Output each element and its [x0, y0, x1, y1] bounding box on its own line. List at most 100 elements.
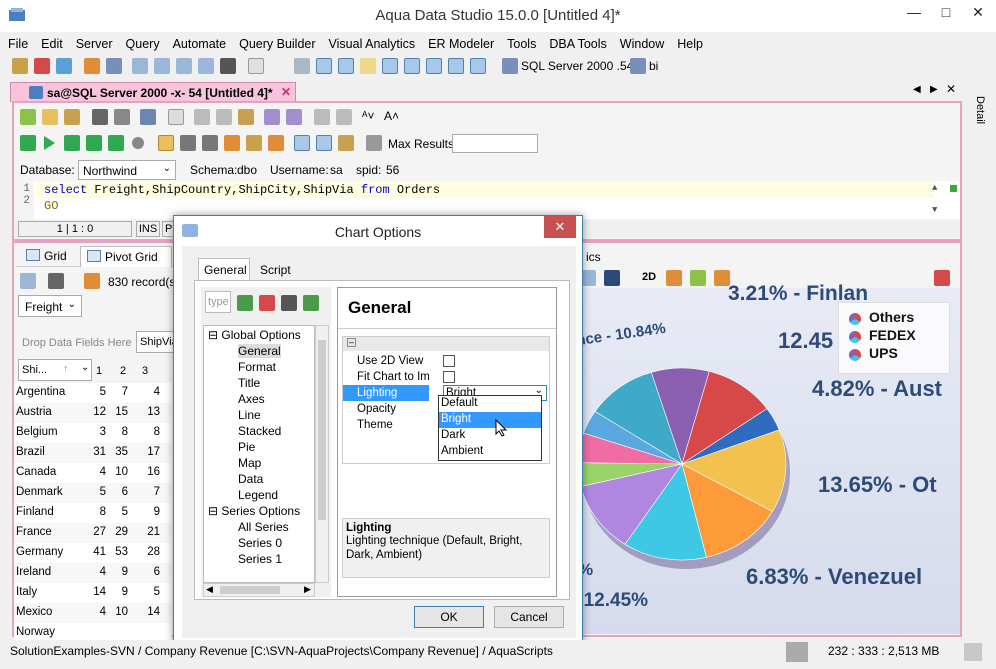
menu-item[interactable]: DBA Tools [541, 34, 611, 51]
chart-labels-icon[interactable] [690, 270, 706, 286]
results-toggle-icon[interactable] [158, 135, 174, 151]
property-checkbox[interactable] [443, 355, 455, 367]
tree-vscroll-thumb[interactable] [318, 340, 326, 520]
tab-general[interactable]: General [198, 258, 250, 280]
view-2d-button[interactable]: 2D [642, 271, 656, 283]
font-larger-icon[interactable]: A˄ [384, 109, 399, 123]
bi-label[interactable]: bi [649, 59, 658, 73]
property-group-header[interactable]: – [343, 337, 549, 351]
lighting-option[interactable]: Dark [439, 428, 541, 444]
tree-item[interactable]: Series 0 [238, 536, 282, 550]
table-row[interactable]: Italy 14 9 5 [14, 583, 172, 603]
query-icon[interactable] [132, 58, 148, 74]
table-row[interactable]: France 27 29 21 [14, 523, 172, 543]
tree-item[interactable]: Format [238, 360, 276, 374]
tree-item[interactable]: Data [238, 472, 263, 486]
find-icon[interactable] [314, 109, 330, 125]
scroll-left-icon[interactable]: ◀ [206, 584, 213, 595]
scroll-up-icon[interactable]: ▲ [932, 183, 937, 193]
layout5-icon[interactable] [426, 58, 442, 74]
tab-close-icon[interactable]: ✕ [281, 85, 291, 99]
print-icon[interactable] [140, 109, 156, 125]
document-icon[interactable] [248, 58, 264, 74]
tree-hscroll-thumb[interactable] [220, 586, 280, 594]
shipvia-field[interactable]: ShipVia [136, 331, 176, 353]
execute-explain-icon[interactable] [108, 135, 124, 151]
stop-icon[interactable] [132, 137, 144, 149]
terminal-icon[interactable] [220, 58, 236, 74]
execute-step-icon[interactable] [64, 135, 80, 151]
compare-icon[interactable] [154, 58, 170, 74]
tree-collapse-icon[interactable]: ⊟ [208, 504, 221, 518]
chart-type-icon[interactable] [604, 270, 620, 286]
rollback-icon[interactable] [202, 135, 218, 151]
tool-icon[interactable] [84, 58, 100, 74]
table-icon[interactable] [176, 58, 192, 74]
layout1-icon[interactable] [316, 58, 332, 74]
menu-item[interactable]: Visual Analytics [321, 34, 421, 51]
menu-item[interactable]: Query [118, 34, 165, 51]
menu-item[interactable]: Automate [165, 34, 232, 51]
pie-chart[interactable]: 3.21% - Finlan 12.45 4.82% - Aust 13.65%… [572, 282, 960, 634]
tree-item[interactable]: Legend [238, 488, 278, 502]
database-select[interactable]: Northwind ⌄ [78, 160, 176, 180]
tree-hscrollbar[interactable]: ◀ ▶ [203, 583, 315, 597]
history-icon[interactable] [294, 58, 310, 74]
detail-side-tab[interactable]: Detail [964, 96, 986, 136]
table-row[interactable]: Germany 41 53 28 [14, 543, 172, 563]
tree-item[interactable]: Pie [238, 440, 255, 454]
doc-tab[interactable]: sa@SQL Server 2000 -x- 54 [Untitled 4]* … [10, 82, 296, 102]
lighting-option[interactable]: Default [439, 396, 541, 412]
column-header[interactable]: 1 [96, 365, 102, 377]
tab-analytics-partial[interactable]: ics [586, 250, 601, 264]
sort-asc-icon[interactable]: ↑ [63, 363, 69, 375]
property-row[interactable]: Use 2D View [343, 353, 551, 369]
minimize-button[interactable]: — [898, 0, 930, 24]
grid-results-icon[interactable] [316, 135, 332, 151]
scroll-down-icon[interactable]: ▼ [932, 205, 937, 215]
measure-field-select[interactable]: Freight ⌄ [18, 295, 82, 317]
tree-item[interactable]: General [238, 344, 281, 358]
redo-icon[interactable] [286, 109, 302, 125]
table-row[interactable]: Denmark 5 6 7 [14, 483, 172, 503]
lighting-dropdown-list[interactable]: Default Bright Dark Ambient [438, 395, 542, 461]
dialog-close-button[interactable]: ✕ [544, 216, 576, 238]
tab-script[interactable]: Script [254, 260, 302, 280]
menu-item[interactable]: ER Modeler [420, 34, 499, 51]
column-header[interactable]: 2 [120, 365, 126, 377]
save-all-icon[interactable] [114, 109, 130, 125]
transaction-icon[interactable] [246, 135, 262, 151]
sql-editor[interactable]: 1 2 select Freight,ShipCountry,ShipCity,… [14, 181, 960, 219]
connect-icon[interactable] [34, 58, 50, 74]
max-results-input[interactable] [452, 134, 538, 153]
tree-vscrollbar[interactable] [315, 325, 329, 583]
property-checkbox[interactable] [443, 371, 455, 383]
schema-icon[interactable] [106, 58, 122, 74]
gc-icon[interactable] [964, 643, 982, 661]
commit-icon[interactable] [180, 135, 196, 151]
open-icon[interactable] [42, 109, 58, 125]
trace-icon[interactable] [268, 135, 284, 151]
table-row[interactable]: Argentina 5 7 4 [14, 383, 172, 403]
execute-all-icon[interactable] [20, 135, 36, 151]
format-icon[interactable] [366, 135, 382, 151]
tree-item[interactable]: All Series [238, 520, 289, 534]
tree-save-icon[interactable] [281, 295, 297, 311]
tree-remove-icon[interactable] [259, 295, 275, 311]
table-row[interactable]: Austria 12 15 13 [14, 403, 172, 423]
grid-icon[interactable] [198, 58, 214, 74]
tree-item[interactable]: Line [238, 408, 261, 422]
menu-item[interactable]: File [0, 34, 33, 51]
pivot-save-icon[interactable] [48, 273, 64, 289]
layout6-icon[interactable] [448, 58, 464, 74]
tree-group[interactable]: ⊟ Series Options [208, 504, 300, 518]
menu-item[interactable]: Server [68, 34, 118, 51]
pivot-grid-icon[interactable] [20, 273, 36, 289]
tree-search-input[interactable]: type [205, 291, 231, 313]
tab-prev-icon[interactable]: ◀ [913, 84, 921, 95]
table-row[interactable]: Belgium 3 8 8 [14, 423, 172, 443]
replace-icon[interactable] [336, 109, 352, 125]
undo-icon[interactable] [264, 109, 280, 125]
tree-group[interactable]: ⊟ Global Options [208, 328, 301, 342]
tree-item[interactable]: Series 1 [238, 552, 282, 566]
